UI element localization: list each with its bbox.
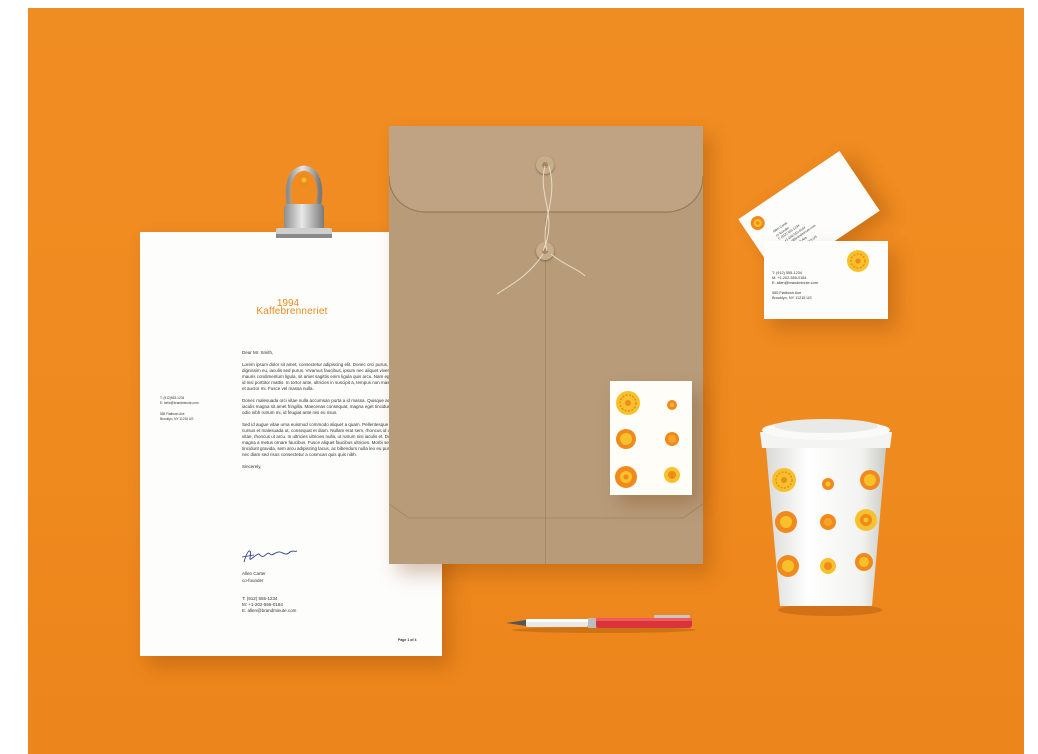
pen-icon — [506, 615, 696, 633]
kraft-envelope — [389, 126, 703, 564]
bc-address2: Brooklyn, NY 11215 US — [772, 295, 812, 300]
business-card-text: T: (912) 555-1234 M: +1-202-555-0184 E: … — [772, 271, 818, 301]
side-email: E: hello@brandminute.com — [160, 401, 199, 405]
bc-email: E: allen@brandminute.com — [772, 281, 818, 286]
coffee-cup — [760, 419, 892, 616]
mockup-scene: 1994 Kaffebrenneriet T: (912)553-1234 E:… — [28, 8, 1024, 754]
brand-name: Kaffebrenneriet — [256, 306, 328, 317]
binder-clip-icon — [276, 165, 332, 238]
signer-title: co-founder — [242, 578, 264, 583]
contact-email: E: allen@brandminute.com — [242, 608, 297, 613]
side-address-line2: Brooklyn, NY 11215 US — [160, 417, 194, 421]
letter-contact: T: (912) 555-1234 M: +1-202-555-0184 E: … — [242, 596, 296, 614]
letter-sidebar-contact: T: (912)553-1234 E: hello@brandminute.co… — [160, 396, 230, 422]
business-card-front: T: (912) 555-1234 M: +1-202-555-0184 E: … — [764, 241, 888, 319]
logo-circle-icon — [750, 216, 765, 231]
pattern-sticker-card — [610, 381, 692, 495]
signer-block: Allen Carter co-founder — [242, 570, 266, 584]
sun-pattern-icon — [847, 250, 869, 272]
page-number: Page 1 of 4 — [398, 638, 417, 642]
handwritten-signature — [241, 550, 298, 563]
signer-name: Allen Carter — [242, 571, 266, 576]
